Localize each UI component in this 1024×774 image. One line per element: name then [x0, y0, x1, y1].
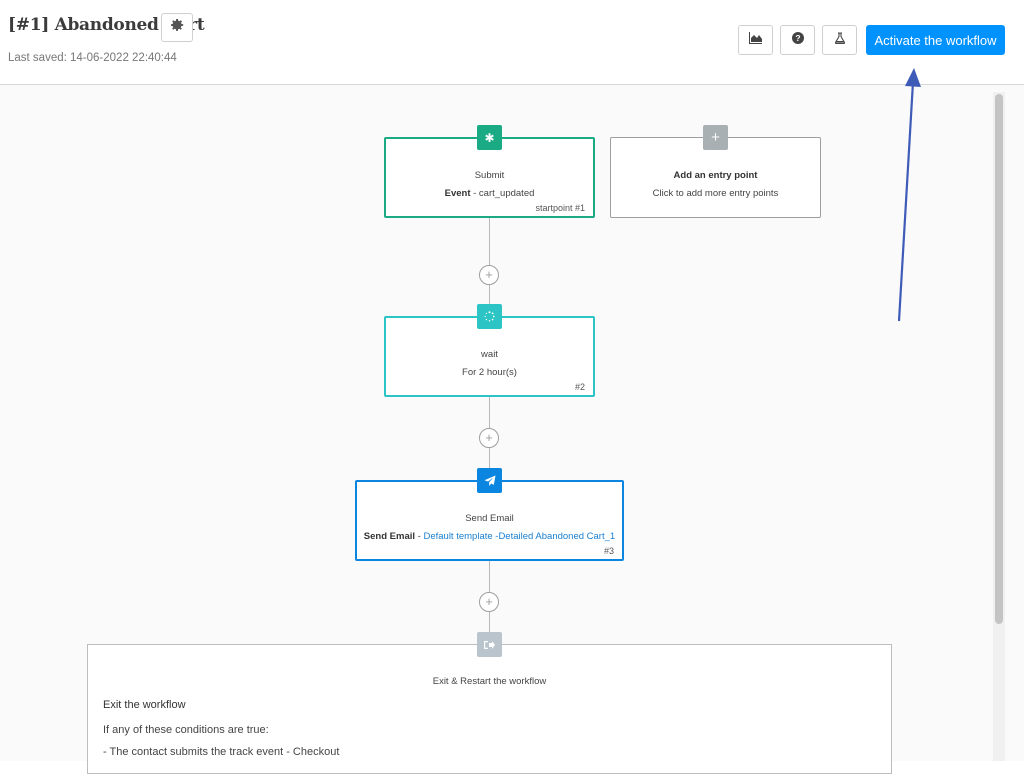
exit-heading: Exit the workflow [103, 699, 186, 711]
node-subtitle: For 2 hour(s) [462, 367, 517, 378]
node-title: Send Email [465, 513, 514, 524]
plus-icon: + [485, 594, 493, 609]
help-circle-icon: ? [791, 31, 804, 49]
exit-restart-panel[interactable]: Exit & Restart the workflow Exit the wor… [87, 644, 892, 774]
test-button[interactable] [822, 25, 857, 55]
email-template-link[interactable]: Default template -Detailed Abandoned Car… [423, 531, 615, 542]
add-step-button[interactable]: + [479, 265, 499, 285]
node-title: Submit [474, 170, 505, 181]
connector-line [489, 396, 490, 428]
sign-out-icon [477, 632, 502, 657]
exit-panel-title: Exit & Restart the workflow [432, 676, 547, 687]
add-step-button[interactable]: + [479, 428, 499, 448]
plus-icon: + [485, 430, 493, 445]
gear-icon [169, 17, 185, 38]
node-subtitle: Click to add more entry points [652, 188, 779, 199]
activate-workflow-button[interactable]: Activate the workflow [866, 25, 1005, 55]
plus-icon: + [485, 267, 493, 282]
connector-line [489, 611, 490, 633]
help-button[interactable]: ? [780, 25, 815, 55]
node-tag: #2 [574, 382, 585, 392]
connector-line [489, 560, 490, 592]
add-step-button[interactable]: + [479, 592, 499, 612]
condition-intro: If any of these conditions are true: [103, 724, 269, 736]
send-icon [477, 468, 502, 493]
node-tag: startpoint #1 [535, 203, 585, 213]
node-tag: #3 [603, 546, 614, 556]
connector-line [489, 217, 490, 265]
scrollbar-thumb[interactable] [995, 94, 1003, 624]
node-title: wait [481, 349, 498, 360]
node-subtitle: Event - cart_updated [444, 188, 535, 199]
asterisk-icon: ✱ [477, 125, 502, 150]
node-title: Add an entry point [673, 170, 758, 181]
settings-button[interactable] [161, 13, 193, 42]
flask-icon [834, 31, 846, 49]
condition-item: - The contact submits the track event - … [103, 746, 340, 758]
svg-text:?: ? [795, 33, 800, 43]
plus-icon: + [703, 125, 728, 150]
stats-button[interactable] [738, 25, 773, 55]
header-bar: [#1] Abandoned Cart Last saved: 14-06-20… [0, 0, 1024, 85]
spinner-icon [477, 304, 502, 329]
annotation-arrow [897, 68, 921, 322]
area-chart-icon [748, 31, 763, 49]
node-subtitle: Send Email - Default template -Detailed … [363, 531, 616, 542]
last-saved-text: Last saved: 14-06-2022 22:40:44 [8, 52, 177, 64]
